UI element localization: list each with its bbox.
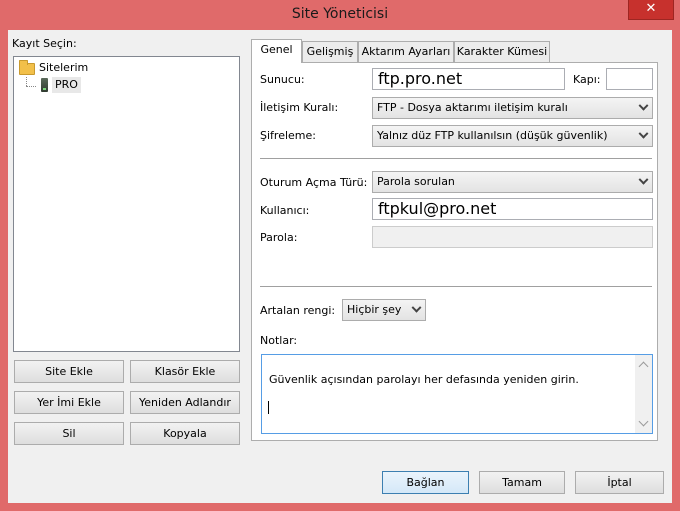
encryption-label: Şifreleme:	[260, 129, 316, 142]
select-entry-label: Kayıt Seçin:	[12, 37, 77, 50]
chevron-down-icon	[638, 100, 649, 111]
tree-item-pro[interactable]: PRO	[52, 77, 81, 93]
port-label: Kapı:	[573, 73, 601, 86]
bg-color-select[interactable]: Hiçbir şey	[342, 299, 426, 321]
host-label: Sunucu:	[260, 73, 305, 86]
notes-label: Notlar:	[260, 334, 298, 347]
folder-icon	[19, 60, 35, 75]
tab-advanced[interactable]: Gelişmiş	[302, 41, 358, 62]
site-tree[interactable]: Sitelerim PRO	[13, 56, 240, 352]
rename-button[interactable]: Yeniden Adlandır	[130, 391, 240, 414]
port-input[interactable]	[606, 68, 653, 90]
user-label: Kullanıcı:	[260, 204, 310, 217]
chevron-down-icon	[411, 302, 422, 313]
copy-button[interactable]: Kopyala	[130, 422, 240, 445]
user-input[interactable]: ftpkul@pro.net	[372, 198, 653, 220]
encryption-value: Yalnız düz FTP kullanılsın (düşük güvenl…	[377, 129, 608, 142]
scroll-up-icon[interactable]	[638, 361, 649, 372]
add-folder-button[interactable]: Klasör Ekle	[130, 360, 240, 383]
delete-button[interactable]: Sil	[14, 422, 124, 445]
connect-button[interactable]: Bağlan	[382, 471, 469, 494]
text-caret	[268, 401, 269, 414]
bg-color-value: Hiçbir şey	[347, 303, 402, 316]
dialog-body: Kayıt Seçin: Sitelerim PRO Site Ekle Kla…	[8, 30, 672, 503]
chevron-down-icon	[638, 128, 649, 139]
logon-type-select[interactable]: Parola sorulan	[372, 171, 653, 193]
chevron-down-icon	[638, 174, 649, 185]
section-divider	[260, 158, 652, 159]
section-divider	[260, 286, 652, 287]
add-bookmark-button[interactable]: Yer İmi Ekle	[14, 391, 124, 414]
tree-item-root[interactable]: Sitelerim	[39, 60, 88, 76]
notes-text: Güvenlik açısından parolayı her defasınd…	[269, 373, 579, 386]
protocol-value: FTP - Dosya aktarımı iletişim kuralı	[377, 101, 568, 114]
encryption-select[interactable]: Yalnız düz FTP kullanılsın (düşük güvenl…	[372, 125, 653, 147]
tab-transfer-settings[interactable]: Aktarım Ayarları	[358, 41, 454, 62]
ok-button[interactable]: Tamam	[479, 471, 565, 494]
tree-connector	[26, 86, 36, 87]
window-title: Site Yöneticisi	[291, 6, 389, 22]
tab-charset[interactable]: Karakter Kümesi	[454, 41, 550, 62]
password-input[interactable]	[372, 226, 653, 248]
server-icon	[41, 78, 48, 92]
logon-type-value: Parola sorulan	[377, 175, 455, 188]
protocol-label: İletişim Kuralı:	[260, 101, 339, 114]
add-site-button[interactable]: Site Ekle	[14, 360, 124, 383]
bg-color-label: Artalan rengi:	[260, 304, 336, 317]
cancel-button[interactable]: İptal	[575, 471, 664, 494]
tab-general[interactable]: Genel	[251, 39, 302, 63]
title-bar[interactable]: Site Yöneticisi ✕	[0, 0, 680, 30]
close-button[interactable]: ✕	[628, 0, 674, 20]
tree-connector	[26, 77, 27, 86]
scroll-down-icon[interactable]	[638, 416, 649, 427]
close-icon: ✕	[645, 1, 657, 16]
notes-textarea[interactable]: Güvenlik açısından parolayı her defasınd…	[261, 354, 653, 434]
protocol-select[interactable]: FTP - Dosya aktarımı iletişim kuralı	[372, 97, 653, 119]
host-input[interactable]: ftp.pro.net	[372, 68, 565, 90]
notes-scrollbar[interactable]	[635, 355, 652, 433]
password-label: Parola:	[260, 231, 298, 244]
logon-type-label: Oturum Açma Türü:	[260, 176, 368, 189]
site-manager-window: Site Yöneticisi ✕ Kayıt Seçin: Sitelerim…	[0, 0, 680, 511]
